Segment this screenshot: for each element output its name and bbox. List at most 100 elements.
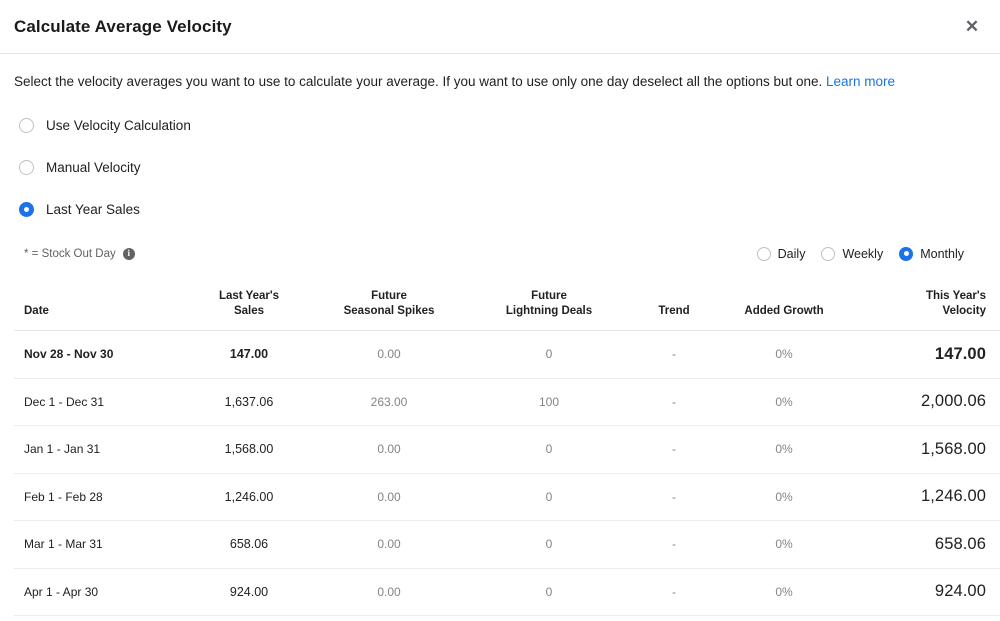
column-header-line2: Seasonal Spikes bbox=[309, 304, 469, 318]
velocity-method-radio-group: Use Velocity Calculation Manual Velocity… bbox=[14, 105, 986, 231]
modal-body: Select the velocity averages you want to… bbox=[0, 54, 1000, 621]
radio-option-label: Use Velocity Calculation bbox=[46, 118, 191, 133]
radio-option-label: Monthly bbox=[920, 247, 964, 261]
learn-more-link[interactable]: Learn more bbox=[826, 74, 895, 89]
column-header-future-lightning-deals: Future Lightning Deals bbox=[469, 279, 629, 331]
table-row: Feb 1 - Feb 281,246.000.000-0%1,246.00 bbox=[14, 473, 1000, 521]
cell-future-seasonal-spikes: 263.00 bbox=[309, 378, 469, 426]
column-header-line2: Lightning Deals bbox=[469, 304, 629, 318]
cell-added-growth: 0% bbox=[719, 473, 849, 521]
table-row: Dec 1 - Dec 311,637.06263.00100-0%2,000.… bbox=[14, 378, 1000, 426]
page-title: Calculate Average Velocity bbox=[14, 17, 232, 37]
table-row: Jan 1 - Jan 311,568.000.000-0%1,568.00 bbox=[14, 426, 1000, 474]
cell-trend: - bbox=[629, 521, 719, 569]
radio-option-label: Daily bbox=[778, 247, 806, 261]
column-header-line1: Future bbox=[309, 289, 469, 303]
cell-trend: - bbox=[629, 568, 719, 616]
radio-indicator[interactable] bbox=[757, 247, 771, 261]
cell-future-lightning-deals: 0 bbox=[469, 426, 629, 474]
cell-future-seasonal-spikes: 0.00 bbox=[309, 473, 469, 521]
cell-future-lightning-deals: 0 bbox=[469, 331, 629, 379]
cell-added-growth: 0% bbox=[719, 426, 849, 474]
radio-option-label: Last Year Sales bbox=[46, 202, 140, 217]
column-header-line1: Future bbox=[469, 289, 629, 303]
radio-option-last-year-sales[interactable]: Last Year Sales bbox=[14, 189, 986, 231]
column-header-trend: Trend bbox=[629, 279, 719, 331]
cell-date: Dec 1 - Dec 31 bbox=[14, 378, 189, 426]
cell-this-years-velocity: 1,246.00 bbox=[849, 473, 1000, 521]
cell-last-year-sales: 1,568.00 bbox=[189, 426, 309, 474]
cell-added-growth: 0% bbox=[719, 568, 849, 616]
table-row: Apr 1 - Apr 30924.000.000-0%924.00 bbox=[14, 568, 1000, 616]
column-header-line1: Date bbox=[24, 304, 189, 318]
column-header-last-years-sales: Last Year's Sales bbox=[189, 279, 309, 331]
cell-date: Apr 1 - Apr 30 bbox=[14, 568, 189, 616]
cell-future-seasonal-spikes: 0.00 bbox=[309, 426, 469, 474]
radio-indicator-selected[interactable] bbox=[899, 247, 913, 261]
column-header-line1: Added Growth bbox=[719, 304, 849, 318]
radio-indicator[interactable] bbox=[821, 247, 835, 261]
column-header-line1: Trend bbox=[629, 304, 719, 318]
column-header-this-years-velocity: This Year's Velocity bbox=[849, 279, 1000, 331]
radio-option-manual-velocity[interactable]: Manual Velocity bbox=[14, 147, 986, 189]
cell-trend: - bbox=[629, 331, 719, 379]
cell-date: Mar 1 - Mar 31 bbox=[14, 521, 189, 569]
radio-option-label: Weekly bbox=[842, 247, 883, 261]
radio-option-weekly[interactable]: Weekly bbox=[821, 247, 883, 261]
cell-trend: - bbox=[629, 378, 719, 426]
cell-date: Nov 28 - Nov 30 bbox=[14, 331, 189, 379]
column-header-line1: Last Year's bbox=[189, 289, 309, 303]
column-header-added-growth: Added Growth bbox=[719, 279, 849, 331]
cell-trend: - bbox=[629, 426, 719, 474]
table-row: Mar 1 - Mar 31658.060.000-0%658.06 bbox=[14, 521, 1000, 569]
modal-header: Calculate Average Velocity ✕ bbox=[0, 0, 1000, 54]
calculate-average-velocity-modal: Calculate Average Velocity ✕ Select the … bbox=[0, 0, 1000, 621]
frequency-radio-group: Daily Weekly Monthly bbox=[741, 247, 964, 261]
radio-indicator[interactable] bbox=[19, 160, 34, 175]
cell-date: Feb 1 - Feb 28 bbox=[14, 473, 189, 521]
close-icon[interactable]: ✕ bbox=[958, 13, 986, 41]
radio-option-label: Manual Velocity bbox=[46, 160, 141, 175]
column-header-line2: Sales bbox=[189, 304, 309, 318]
cell-future-seasonal-spikes: 0.00 bbox=[309, 521, 469, 569]
column-header-line2: Velocity bbox=[849, 304, 986, 318]
cell-last-year-sales: 1,637.06 bbox=[189, 378, 309, 426]
info-icon[interactable]: i bbox=[123, 248, 135, 260]
velocity-table: Date Last Year's Sales Future Seasonal S… bbox=[14, 279, 1000, 617]
cell-this-years-velocity: 924.00 bbox=[849, 568, 1000, 616]
cell-added-growth: 0% bbox=[719, 331, 849, 379]
cell-this-years-velocity: 1,568.00 bbox=[849, 426, 1000, 474]
cell-added-growth: 0% bbox=[719, 378, 849, 426]
cell-this-years-velocity: 2,000.06 bbox=[849, 378, 1000, 426]
cell-last-year-sales: 147.00 bbox=[189, 331, 309, 379]
modal-description: Select the velocity averages you want to… bbox=[14, 54, 986, 91]
legend-text: * = Stock Out Day bbox=[24, 248, 116, 260]
cell-future-lightning-deals: 100 bbox=[469, 378, 629, 426]
table-header-row: Date Last Year's Sales Future Seasonal S… bbox=[14, 279, 1000, 331]
cell-future-seasonal-spikes: 0.00 bbox=[309, 331, 469, 379]
cell-date: Jan 1 - Jan 31 bbox=[14, 426, 189, 474]
column-header-future-seasonal-spikes: Future Seasonal Spikes bbox=[309, 279, 469, 331]
radio-indicator[interactable] bbox=[19, 118, 34, 133]
radio-indicator-selected[interactable] bbox=[19, 202, 34, 217]
cell-future-lightning-deals: 0 bbox=[469, 521, 629, 569]
cell-added-growth: 0% bbox=[719, 521, 849, 569]
legend-and-frequency-row: * = Stock Out Day i Daily Weekly Monthly bbox=[14, 233, 986, 275]
cell-this-years-velocity: 658.06 bbox=[849, 521, 1000, 569]
column-header-date: Date bbox=[14, 279, 189, 331]
cell-future-lightning-deals: 0 bbox=[469, 568, 629, 616]
radio-option-daily[interactable]: Daily bbox=[757, 247, 806, 261]
column-header-line1: This Year's bbox=[849, 289, 986, 303]
cell-last-year-sales: 1,246.00 bbox=[189, 473, 309, 521]
cell-future-lightning-deals: 0 bbox=[469, 473, 629, 521]
radio-option-monthly[interactable]: Monthly bbox=[899, 247, 964, 261]
table-header: Date Last Year's Sales Future Seasonal S… bbox=[14, 279, 1000, 331]
cell-this-years-velocity: 147.00 bbox=[849, 331, 1000, 379]
radio-option-use-velocity-calculation[interactable]: Use Velocity Calculation bbox=[14, 105, 986, 147]
cell-last-year-sales: 924.00 bbox=[189, 568, 309, 616]
cell-trend: - bbox=[629, 473, 719, 521]
cell-future-seasonal-spikes: 0.00 bbox=[309, 568, 469, 616]
table-row: Nov 28 - Nov 30147.000.000-0%147.00 bbox=[14, 331, 1000, 379]
description-text: Select the velocity averages you want to… bbox=[14, 74, 822, 89]
stock-out-day-legend: * = Stock Out Day i bbox=[24, 248, 135, 260]
